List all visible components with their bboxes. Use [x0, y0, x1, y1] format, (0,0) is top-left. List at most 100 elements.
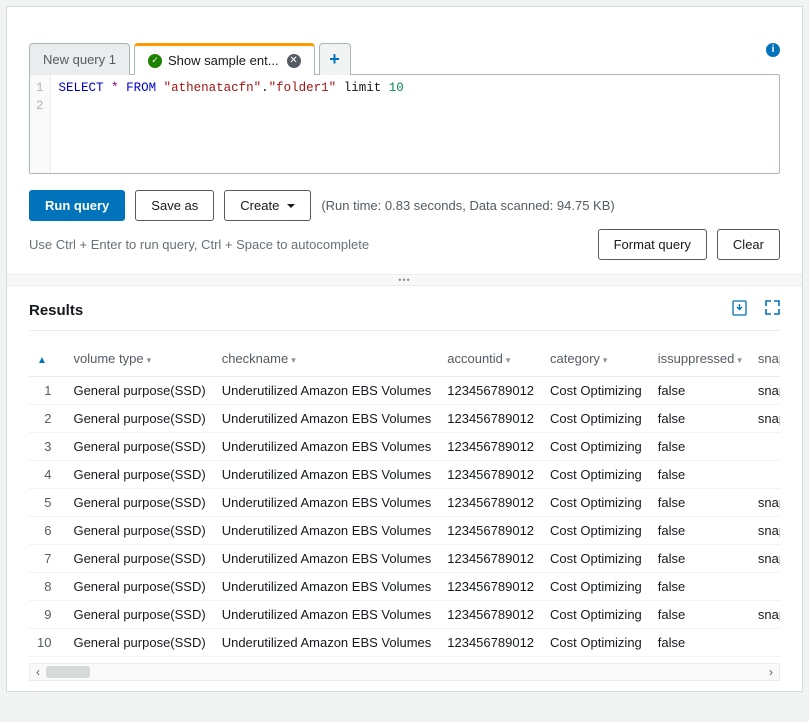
cell-issuppressed: false [650, 573, 750, 601]
cell-accountid: 123456789012 [439, 405, 542, 433]
cell-index: 3 [29, 433, 65, 461]
sql-dot: . [261, 81, 269, 95]
expand-icon[interactable] [765, 300, 780, 320]
table-row[interactable]: 1General purpose(SSD)Underutilized Amazo… [29, 377, 780, 405]
cell-issuppressed: false [650, 377, 750, 405]
cell-volume-type: General purpose(SSD) [65, 517, 213, 545]
col-label: accountid [447, 351, 503, 366]
table-row[interactable]: 7General purpose(SSD)Underutilized Amazo… [29, 545, 780, 573]
col-label: checkname [222, 351, 288, 366]
horizontal-scrollbar[interactable]: ‹ › [29, 663, 780, 681]
tab-show-sample[interactable]: ✓ Show sample ent... ✕ [134, 43, 315, 75]
table-row[interactable]: 9General purpose(SSD)Underutilized Amazo… [29, 601, 780, 629]
keyboard-hint: Use Ctrl + Enter to run query, Ctrl + Sp… [29, 237, 369, 252]
cell-volume-type: General purpose(SSD) [65, 461, 213, 489]
cell-category: Cost Optimizing [542, 377, 650, 405]
cell-index: 9 [29, 601, 65, 629]
download-icon[interactable] [732, 300, 747, 320]
cell-category: Cost Optimizing [542, 433, 650, 461]
editor-panel: New query 1 ✓ Show sample ent... ✕ + 1 2… [29, 41, 780, 174]
results-header: Results [29, 300, 780, 331]
line-number: 2 [36, 97, 44, 115]
kw-from: FROM [126, 81, 156, 95]
cell-snapshot [750, 573, 780, 601]
sort-icon: ▾ [506, 355, 511, 365]
cell-issuppressed: false [650, 433, 750, 461]
cell-accountid: 123456789012 [439, 489, 542, 517]
results-title: Results [29, 302, 83, 319]
cell-issuppressed: false [650, 629, 750, 657]
table-row[interactable]: 8General purpose(SSD)Underutilized Amazo… [29, 573, 780, 601]
table-row[interactable]: 10General purpose(SSD)Underutilized Amaz… [29, 629, 780, 657]
table-row[interactable]: 5General purpose(SSD)Underutilized Amazo… [29, 489, 780, 517]
cell-issuppressed: false [650, 405, 750, 433]
sql-db: "athenatacfn" [164, 81, 262, 95]
cell-issuppressed: false [650, 489, 750, 517]
cell-category: Cost Optimizing [542, 545, 650, 573]
cell-accountid: 123456789012 [439, 461, 542, 489]
col-checkname[interactable]: checkname▾ [214, 337, 440, 377]
cell-issuppressed: false [650, 517, 750, 545]
panel-resize-handle[interactable]: ••• [7, 274, 802, 286]
cell-checkname: Underutilized Amazon EBS Volumes [214, 545, 440, 573]
cell-accountid: 123456789012 [439, 517, 542, 545]
cell-snapshot: snap-0ff69 [750, 601, 780, 629]
cell-accountid: 123456789012 [439, 377, 542, 405]
cell-volume-type: General purpose(SSD) [65, 433, 213, 461]
results-table-scroll[interactable]: ▲ volume type▾ checkname▾ accountid▾ cat… [29, 337, 780, 657]
cell-checkname: Underutilized Amazon EBS Volumes [214, 433, 440, 461]
col-label: volume type [73, 351, 143, 366]
cell-category: Cost Optimizing [542, 629, 650, 657]
col-index[interactable]: ▲ [29, 337, 65, 377]
scroll-thumb[interactable] [46, 666, 90, 678]
line-number: 1 [36, 79, 44, 97]
scroll-left-icon[interactable]: ‹ [30, 665, 46, 679]
table-row[interactable]: 3General purpose(SSD)Underutilized Amazo… [29, 433, 780, 461]
plus-icon: + [329, 49, 340, 70]
sql-code[interactable]: SELECT * FROM "athenatacfn"."folder1" li… [51, 75, 412, 173]
table-row[interactable]: 2General purpose(SSD)Underutilized Amazo… [29, 405, 780, 433]
cell-checkname: Underutilized Amazon EBS Volumes [214, 517, 440, 545]
right-buttons: Format query Clear [598, 229, 780, 260]
app-frame: i New query 1 ✓ Show sample ent... ✕ + 1… [6, 6, 803, 692]
query-tabs: New query 1 ✓ Show sample ent... ✕ + [29, 41, 780, 75]
cell-category: Cost Optimizing [542, 601, 650, 629]
scroll-track[interactable] [46, 664, 763, 680]
cell-checkname: Underutilized Amazon EBS Volumes [214, 601, 440, 629]
results-table: ▲ volume type▾ checkname▾ accountid▾ cat… [29, 337, 780, 657]
cell-snapshot [750, 461, 780, 489]
cell-index: 7 [29, 545, 65, 573]
col-accountid[interactable]: accountid▾ [439, 337, 542, 377]
tab-new-query-1[interactable]: New query 1 [29, 43, 130, 75]
run-query-button[interactable]: Run query [29, 190, 125, 221]
cell-checkname: Underutilized Amazon EBS Volumes [214, 489, 440, 517]
cell-volume-type: General purpose(SSD) [65, 573, 213, 601]
cell-accountid: 123456789012 [439, 601, 542, 629]
new-tab-button[interactable]: + [319, 43, 351, 75]
col-label: category [550, 351, 600, 366]
table-row[interactable]: 4General purpose(SSD)Underutilized Amazo… [29, 461, 780, 489]
close-tab-icon[interactable]: ✕ [287, 54, 301, 68]
format-query-button[interactable]: Format query [598, 229, 707, 260]
cell-snapshot: snap-0ef4 [750, 489, 780, 517]
sort-icon: ▾ [603, 355, 608, 365]
table-row[interactable]: 6General purpose(SSD)Underutilized Amazo… [29, 517, 780, 545]
cell-issuppressed: false [650, 461, 750, 489]
cell-volume-type: General purpose(SSD) [65, 629, 213, 657]
create-button[interactable]: Create [224, 190, 311, 221]
scroll-right-icon[interactable]: › [763, 665, 779, 679]
results-panel: Results ▲ volume type▾ checkname▾ accoun… [7, 286, 802, 691]
cell-checkname: Underutilized Amazon EBS Volumes [214, 405, 440, 433]
col-snapshot[interactable]: snapshot [750, 337, 780, 377]
cell-snapshot [750, 629, 780, 657]
query-editor[interactable]: 1 2 SELECT * FROM "athenatacfn"."folder1… [29, 74, 780, 174]
cell-snapshot: snap-06b [750, 405, 780, 433]
cell-accountid: 123456789012 [439, 573, 542, 601]
cell-category: Cost Optimizing [542, 405, 650, 433]
save-as-button[interactable]: Save as [135, 190, 214, 221]
col-category[interactable]: category▾ [542, 337, 650, 377]
clear-button[interactable]: Clear [717, 229, 780, 260]
col-issuppressed[interactable]: issuppressed▾ [650, 337, 750, 377]
col-volume-type[interactable]: volume type▾ [65, 337, 213, 377]
col-label: issuppressed [658, 351, 735, 366]
